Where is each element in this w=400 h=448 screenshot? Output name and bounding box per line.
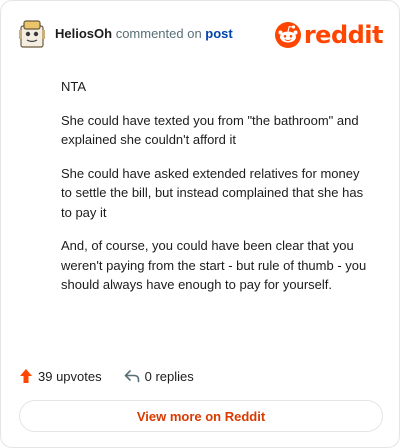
- reddit-snoo-icon: [274, 22, 301, 48]
- post-link[interactable]: post: [205, 26, 232, 41]
- replies-stat[interactable]: 0 replies: [124, 369, 194, 384]
- user-avatar-icon[interactable]: [19, 19, 45, 49]
- view-more-label: View more on Reddit: [136, 408, 266, 424]
- byline-action-text: commented on: [112, 26, 206, 41]
- reddit-wordmark: reddit: [303, 21, 384, 49]
- replies-count: 0 replies: [144, 368, 194, 384]
- upvotes-count: 39 upvotes: [38, 368, 102, 384]
- view-more-button[interactable]: View more on Reddit: [19, 400, 383, 432]
- comment-paragraph: She could have texted you from "the bath…: [61, 112, 359, 148]
- upvote-arrow-icon: [20, 369, 32, 383]
- upvotes-stat[interactable]: 39 upvotes: [19, 368, 102, 384]
- reddit-brand[interactable]: reddit: [274, 21, 384, 49]
- username-link[interactable]: HeliosOh: [55, 26, 112, 41]
- comment-paragraph: NTA: [61, 79, 87, 94]
- reddit-comment-card: HeliosOh commented on post reddit NTA Sh…: [0, 0, 400, 448]
- comment-stats: 39 upvotes 0 replies: [19, 365, 216, 387]
- reply-arrow-icon: [124, 370, 139, 383]
- comment-paragraph: And, of course, you could have been clea…: [61, 238, 367, 292]
- comment-body: NTA She could have texted you from "the …: [61, 77, 373, 309]
- comment-byline: HeliosOh commented on post: [55, 26, 233, 42]
- comment-paragraph: She could have asked extended relatives …: [61, 165, 364, 220]
